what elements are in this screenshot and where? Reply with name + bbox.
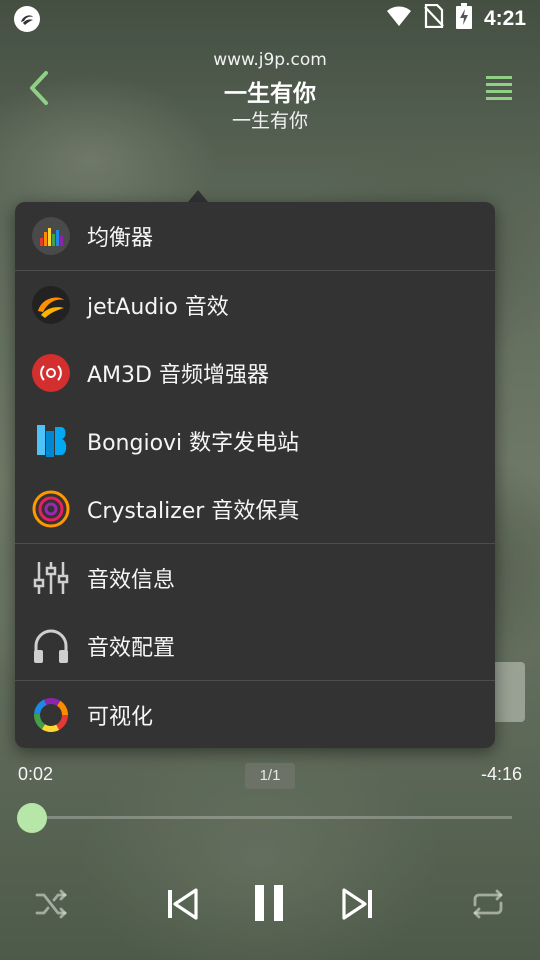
menu-item-label: Crystalizer 音效保真 bbox=[87, 499, 300, 524]
page-indicator[interactable]: 1/1 bbox=[245, 763, 295, 789]
site-url: www.j9p.com bbox=[213, 50, 327, 70]
menu-icon bbox=[486, 76, 512, 100]
app-notification-icon bbox=[14, 6, 40, 32]
battery-charging-icon bbox=[455, 3, 472, 35]
seek-thumb[interactable] bbox=[17, 803, 47, 833]
menu-item-effect-config[interactable]: 音效配置 bbox=[15, 612, 495, 680]
menu-item-label: 音效信息 bbox=[87, 568, 176, 593]
menu-item-label: jetAudio 音效 bbox=[87, 295, 229, 320]
clock: 4:21 bbox=[483, 7, 526, 30]
visualizer-icon bbox=[31, 695, 71, 735]
chevron-left-icon bbox=[30, 71, 48, 105]
previous-button[interactable] bbox=[160, 882, 204, 926]
menu-item-am3d[interactable]: AM3D 音频增强器 bbox=[15, 339, 495, 407]
no-sim-icon bbox=[424, 3, 444, 34]
menu-item-label: Bongiovi 数字发电站 bbox=[87, 431, 300, 456]
menu-item-bongiovi[interactable]: Bongiovi 数字发电站 bbox=[15, 407, 495, 475]
previous-icon bbox=[168, 888, 198, 920]
menu-item-label: 均衡器 bbox=[87, 226, 154, 251]
status-bar: 4:21 bbox=[0, 0, 540, 38]
seek-bar[interactable] bbox=[32, 816, 512, 819]
song-artist: 一生有你 bbox=[231, 110, 308, 132]
menu-item-jetaudio[interactable]: jetAudio 音效 bbox=[15, 271, 495, 339]
repeat-icon bbox=[473, 889, 503, 919]
sound-effects-menu: 均衡器 jetAudio 音效 AM3D 音频增强器 Bongiovi 数字发电… bbox=[15, 202, 495, 748]
crystalizer-icon bbox=[31, 489, 71, 529]
shuffle-icon bbox=[35, 889, 67, 919]
next-icon bbox=[342, 888, 372, 920]
jetaudio-icon bbox=[31, 285, 71, 325]
am3d-icon bbox=[31, 353, 71, 393]
menu-item-label: AM3D 音频增强器 bbox=[87, 363, 269, 388]
menu-item-label: 音效配置 bbox=[87, 636, 176, 661]
next-button[interactable] bbox=[336, 882, 380, 926]
song-title: 一生有你 bbox=[224, 81, 316, 107]
menu-item-label: 可视化 bbox=[87, 705, 154, 730]
menu-item-visualizer[interactable]: 可视化 bbox=[15, 681, 495, 748]
equalizer-icon bbox=[31, 216, 71, 256]
repeat-button[interactable] bbox=[466, 882, 510, 926]
sliders-icon bbox=[31, 558, 71, 598]
shuffle-button[interactable] bbox=[30, 882, 74, 926]
hidden-panel-edge bbox=[495, 662, 525, 722]
wifi-icon bbox=[386, 5, 412, 33]
bongiovi-icon bbox=[31, 421, 71, 461]
elapsed-time: 0:02 bbox=[18, 764, 54, 784]
pause-button[interactable] bbox=[246, 880, 292, 926]
menu-item-equalizer[interactable]: 均衡器 bbox=[15, 202, 495, 270]
menu-pointer bbox=[188, 190, 208, 202]
back-button[interactable] bbox=[24, 68, 56, 108]
menu-button[interactable] bbox=[484, 74, 514, 102]
menu-item-crystalizer[interactable]: Crystalizer 音效保真 bbox=[15, 475, 495, 543]
remaining-time: -4:16 bbox=[480, 764, 522, 784]
menu-item-effect-info[interactable]: 音效信息 bbox=[15, 544, 495, 612]
pause-icon bbox=[255, 885, 283, 921]
headphones-icon bbox=[31, 626, 71, 666]
now-playing-header: www.j9p.com 一生有你 一生有你 bbox=[0, 44, 540, 134]
